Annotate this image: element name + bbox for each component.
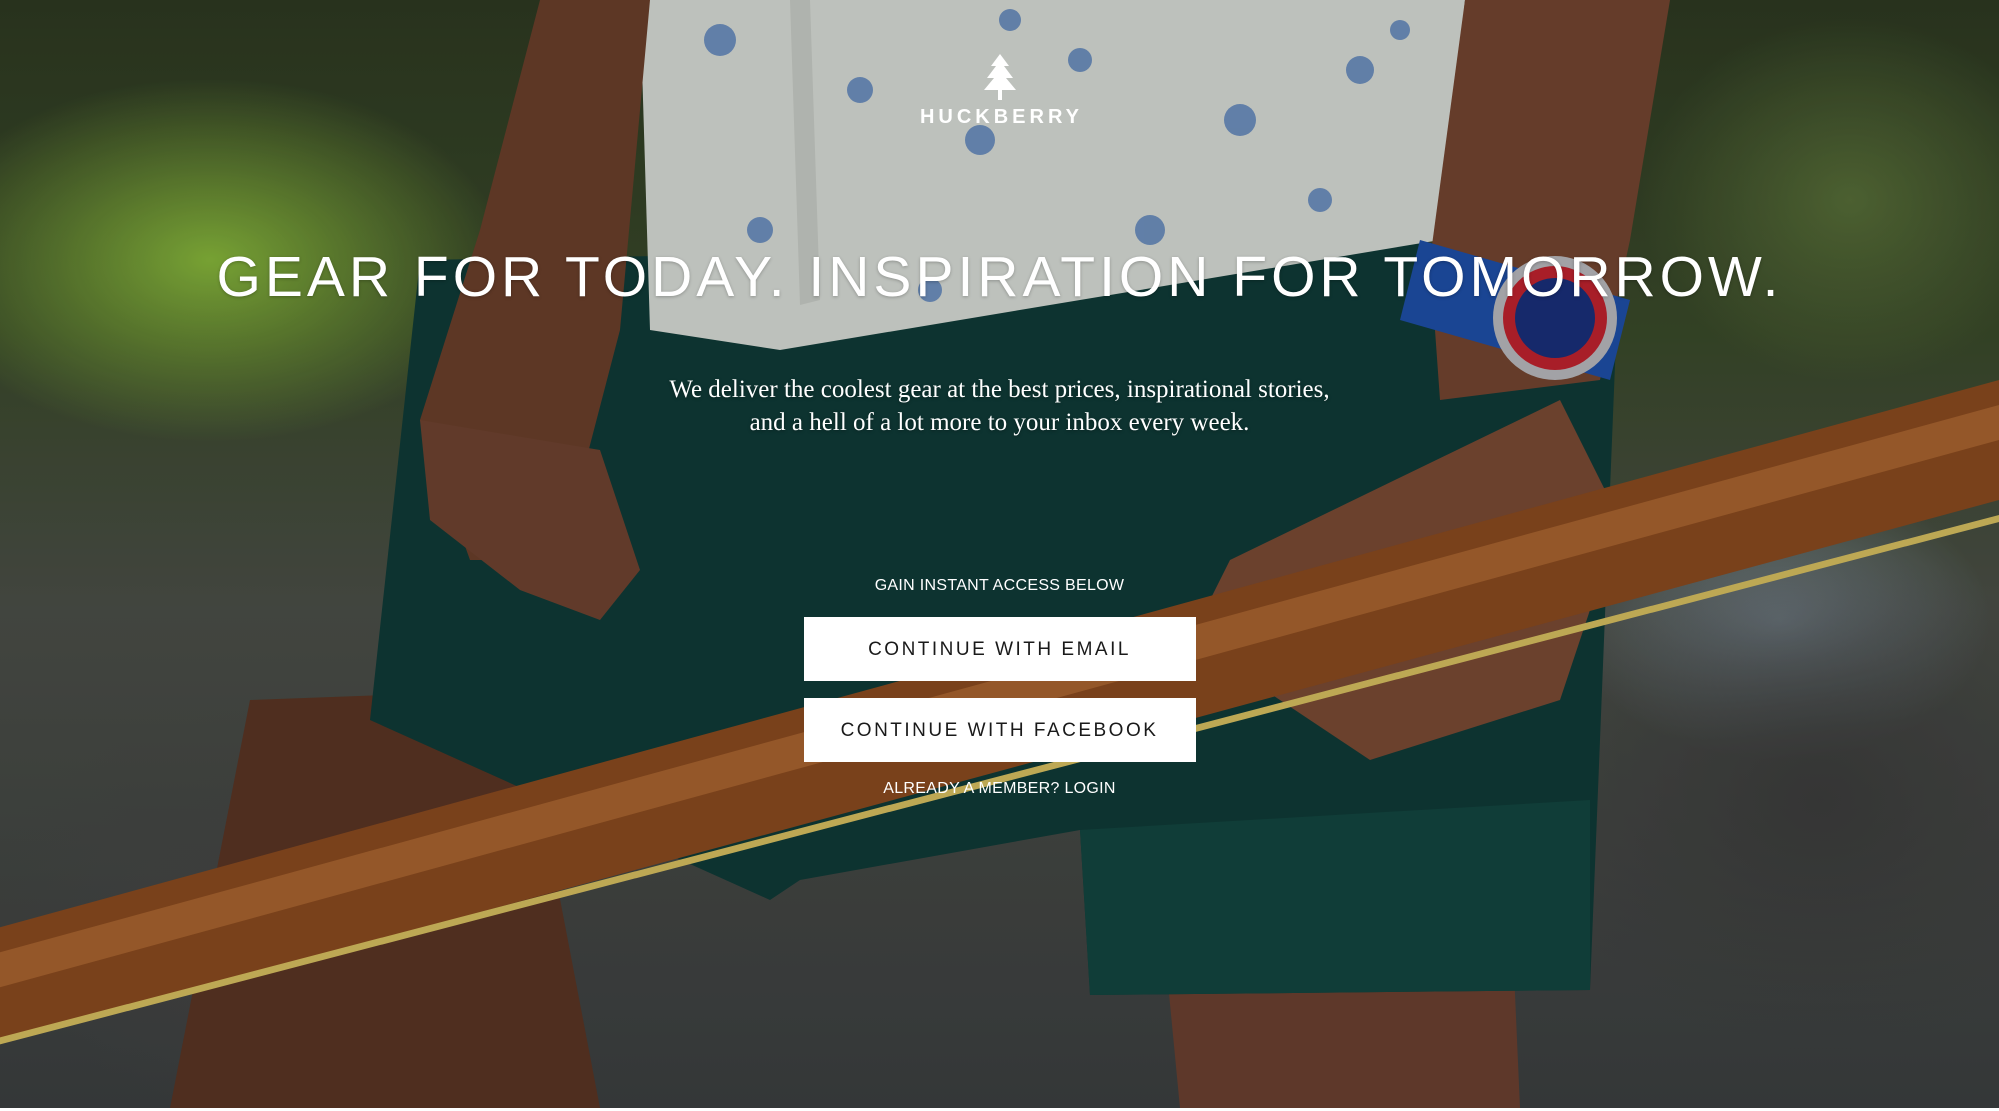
hero-headline: GEAR FOR TODAY. INSPIRATION FOR TOMORROW… bbox=[216, 245, 1783, 309]
signup-panel: GAIN INSTANT ACCESS BELOW CONTINUE WITH … bbox=[0, 576, 1999, 799]
hero-subtext-line-2: and a hell of a lot more to your inbox e… bbox=[749, 409, 1250, 436]
hero-subtext: We deliver the coolest gear at the best … bbox=[0, 373, 1999, 439]
pine-tree-icon bbox=[983, 54, 1016, 100]
access-label: GAIN INSTANT ACCESS BELOW bbox=[874, 577, 1125, 594]
continue-with-facebook-button[interactable]: CONTINUE WITH FACEBOOK bbox=[803, 698, 1196, 762]
brand-logo[interactable]: HUCKBERRY bbox=[0, 52, 1999, 129]
hero-overlay bbox=[0, 0, 1999, 1108]
continue-with-email-button[interactable]: CONTINUE WITH EMAIL bbox=[803, 617, 1196, 681]
hero-subtext-line-1: We deliver the coolest gear at the best … bbox=[669, 376, 1330, 403]
brand-name: HUCKBERRY bbox=[919, 106, 1084, 128]
hero-section: HUCKBERRY GEAR FOR TODAY. INSPIRATION FO… bbox=[0, 0, 1999, 1108]
login-link[interactable]: ALREADY A MEMBER? LOGIN bbox=[0, 779, 1999, 799]
